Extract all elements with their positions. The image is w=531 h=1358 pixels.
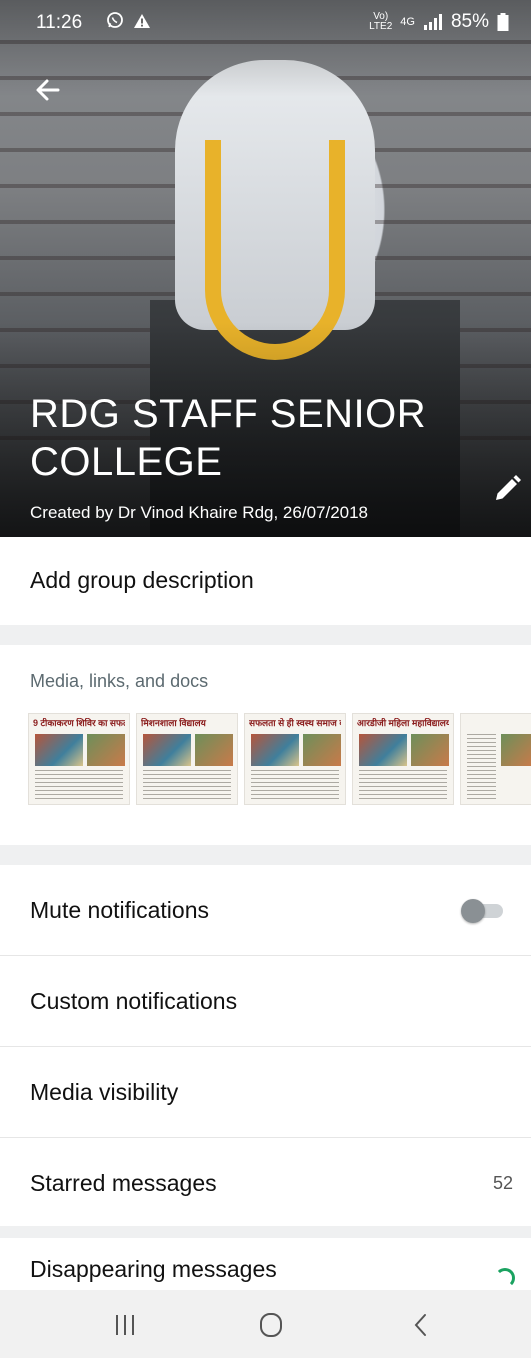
media-thumbnail[interactable]: मिशनशाला विद्यालय — [136, 713, 238, 805]
status-left-icons — [106, 11, 151, 32]
media-thumbnail[interactable]: सफलता से ही स्वस्थ समाज का निर्माण संभव — [244, 713, 346, 805]
section-divider — [0, 845, 531, 865]
media-thumbnail[interactable] — [460, 713, 531, 805]
media-thumbnails: 9 टीकाकरण शिविर का सफल मिशनशाला विद्यालय… — [28, 713, 531, 805]
add-group-description[interactable]: Add group description — [0, 537, 531, 625]
thumbnail-photo — [501, 734, 531, 766]
network-type: 4G — [400, 16, 415, 28]
thumbnail-headline: आरडीजी महिला महाविद्यालय में रंगनाथ पुण्… — [357, 718, 449, 728]
section-divider — [0, 625, 531, 645]
media-links-docs-section[interactable]: Media, links, and docs 9 टीकाकरण शिविर क… — [0, 645, 531, 845]
custom-notifications-label: Custom notifications — [30, 988, 238, 1014]
thumbnail-text-columns — [143, 770, 231, 800]
disappearing-messages-label: Disappearing messages — [30, 1256, 277, 1282]
media-visibility-row[interactable]: Media visibility — [0, 1047, 531, 1138]
status-bar: 11:26 Vo) LTE2 4G 85% — [0, 0, 531, 44]
thumbnail-headline: 9 टीकाकरण शिविर का सफल — [33, 718, 125, 728]
thumbnail-photo — [35, 734, 83, 766]
custom-notifications-row[interactable]: Custom notifications — [0, 956, 531, 1047]
thumbnail-photo — [87, 734, 125, 766]
status-time: 11:26 — [36, 12, 83, 33]
thumbnail-photo — [411, 734, 449, 766]
status-right-icons: Vo) LTE2 4G 85% — [369, 11, 509, 33]
thumbnail-headline: मिशनशाला विद्यालय — [141, 718, 206, 728]
recent-apps-icon — [116, 1315, 134, 1335]
back-arrow-icon — [36, 79, 60, 101]
media-heading: Media, links, and docs — [30, 671, 209, 691]
volte-indicator: Vo) LTE2 — [369, 11, 393, 32]
pencil-icon — [496, 475, 521, 500]
thumbnail-text-columns — [467, 734, 496, 800]
thumbnail-photo — [251, 734, 299, 766]
warning-icon — [134, 14, 151, 28]
battery-icon — [497, 13, 509, 31]
system-navigation-bar — [0, 1290, 531, 1358]
disappearing-timer-icon — [495, 1268, 515, 1288]
media-thumbnail[interactable]: 9 टीकाकरण शिविर का सफल — [28, 713, 130, 805]
edit-group-name-button[interactable] — [492, 474, 522, 504]
starred-messages-label: Starred messages — [30, 1170, 217, 1196]
group-title: RDG STAFF SENIOR COLLEGE — [30, 392, 427, 484]
whatsapp-icon — [107, 12, 123, 28]
disappearing-messages-row[interactable]: Disappearing messages — [0, 1238, 531, 1290]
home-button[interactable] — [256, 1310, 286, 1340]
group-description-label: Add group description — [30, 567, 254, 593]
starred-messages-count: 52 — [492, 1173, 513, 1193]
chevron-left-icon — [414, 1314, 426, 1336]
signal-icon — [423, 14, 442, 30]
thumbnail-text-columns — [251, 770, 339, 800]
thumbnail-text-columns — [35, 770, 123, 800]
media-visibility-label: Media visibility — [30, 1079, 179, 1105]
thumbnail-photo — [195, 734, 233, 766]
thumbnail-photo — [143, 734, 191, 766]
recent-apps-button[interactable] — [110, 1310, 140, 1340]
mute-notifications-label: Mute notifications — [30, 897, 209, 923]
starred-messages-row[interactable]: Starred messages 52 — [0, 1138, 531, 1228]
mute-notifications-toggle[interactable] — [461, 899, 505, 923]
home-icon — [260, 1313, 282, 1337]
battery-percent: 85% — [450, 11, 489, 32]
thumbnail-photo — [359, 734, 407, 766]
toggle-knob — [461, 899, 485, 923]
media-thumbnail[interactable]: आरडीजी महिला महाविद्यालय में रंगनाथ पुण्… — [352, 713, 454, 805]
thumbnail-photo — [303, 734, 341, 766]
mute-notifications-row[interactable]: Mute notifications — [0, 865, 531, 956]
thumbnail-text-columns — [359, 770, 447, 800]
back-button[interactable] — [30, 72, 66, 108]
group-created-by: Created by Dr Vinod Khaire Rdg, 26/07/20… — [30, 503, 369, 522]
group-settings-list: Mute notifications Custom notifications … — [0, 865, 531, 1228]
section-divider — [0, 1226, 531, 1238]
back-nav-button[interactable] — [406, 1310, 436, 1340]
thumbnail-headline: सफलता से ही स्वस्थ समाज का निर्माण संभव — [249, 718, 341, 728]
